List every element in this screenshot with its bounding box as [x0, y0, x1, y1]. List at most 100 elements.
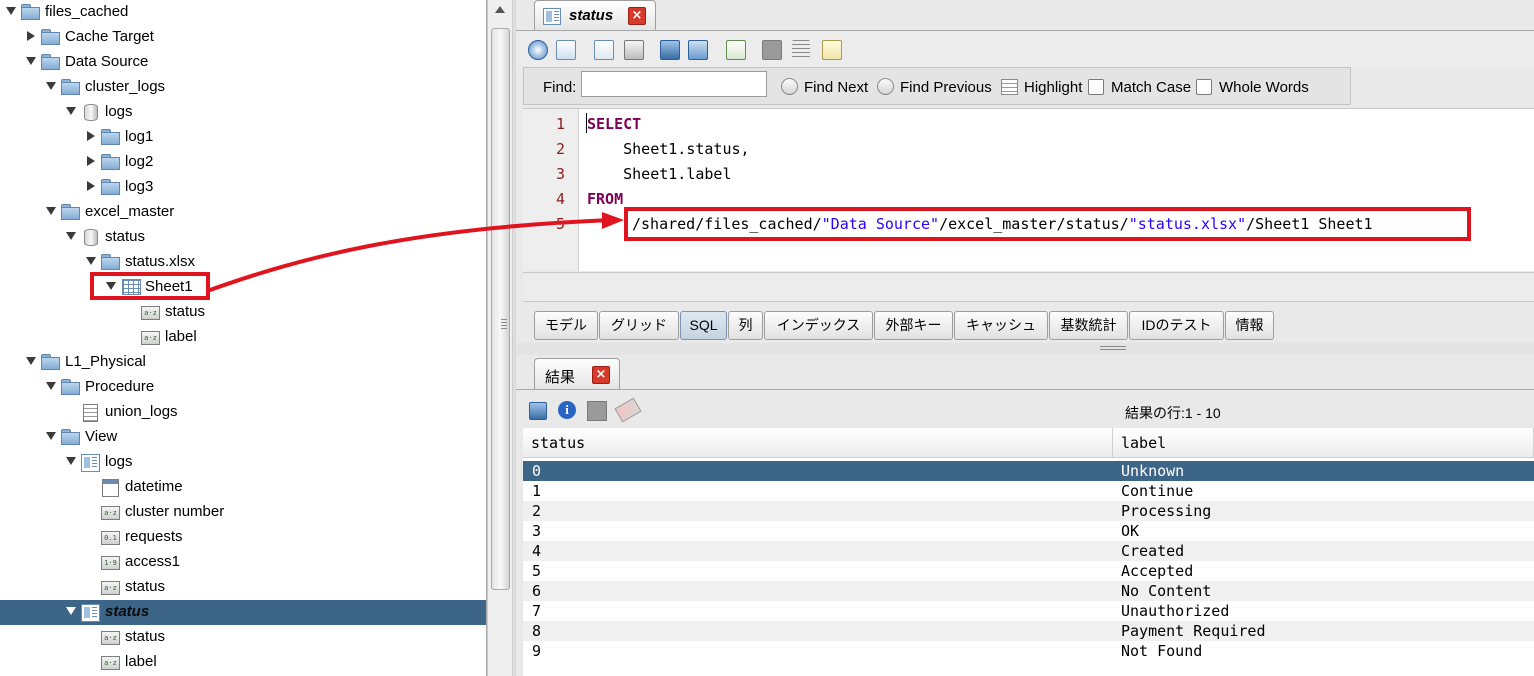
- table-row[interactable]: 8 Payment Required: [523, 621, 1534, 641]
- tree-node-logs-datasource[interactable]: logs: [0, 100, 486, 125]
- tab-columns[interactable]: 列: [728, 311, 763, 340]
- tree-node-sheet1[interactable]: Sheet1: [0, 275, 486, 300]
- tree-node-l1-physical[interactable]: L1_Physical: [0, 350, 486, 375]
- whole-words-checkbox[interactable]: [1196, 79, 1212, 95]
- expand-toggle-icon[interactable]: [46, 82, 56, 90]
- results-grid[interactable]: status label 0 Unknown 1 Continue 2 Proc…: [523, 428, 1534, 676]
- close-tab-icon[interactable]: ×: [592, 366, 610, 384]
- tree-node-status-view-status[interactable]: a·z status: [0, 625, 486, 650]
- expand-toggle-icon[interactable]: [66, 457, 76, 465]
- expand-toggle-icon[interactable]: [66, 607, 76, 615]
- tab-indexes[interactable]: インデックス: [764, 311, 873, 340]
- collapse-toggle-icon[interactable]: [87, 181, 95, 191]
- column-header-status[interactable]: status: [523, 428, 1113, 458]
- tree-node-excel-master[interactable]: excel_master: [0, 200, 486, 225]
- highlight-icon[interactable]: [1001, 79, 1018, 95]
- table-row[interactable]: 9 Not Found: [523, 641, 1534, 661]
- add-table-icon[interactable]: [726, 40, 746, 60]
- tab-results[interactable]: 結果 ×: [534, 358, 620, 389]
- expand-toggle-icon[interactable]: [86, 257, 96, 265]
- collapse-toggle-icon[interactable]: [87, 131, 95, 141]
- expand-toggle-icon[interactable]: [46, 207, 56, 215]
- highlight-button[interactable]: Highlight: [1024, 79, 1082, 96]
- eraser-icon[interactable]: [614, 397, 642, 423]
- export-icon[interactable]: [688, 40, 708, 60]
- results-splitter[interactable]: [516, 343, 1534, 355]
- sql-editor[interactable]: 1 2 3 4 5 SELECT Sheet1.status, Sheet1.l…: [523, 108, 1534, 271]
- query-tree-icon[interactable]: [594, 40, 614, 60]
- tree-node-log2[interactable]: log2: [0, 150, 486, 175]
- tree-node-sheet1-label[interactable]: a·z label: [0, 325, 486, 350]
- export-results-icon[interactable]: [587, 401, 607, 421]
- save-results-icon[interactable]: [529, 402, 547, 420]
- tree-node-log1[interactable]: log1: [0, 125, 486, 150]
- table-row[interactable]: 4 Created: [523, 541, 1534, 561]
- info-icon[interactable]: i: [558, 401, 576, 419]
- tree-node-view[interactable]: View: [0, 425, 486, 450]
- tab-cardinality[interactable]: 基数統計: [1049, 311, 1128, 340]
- table-row[interactable]: 7 Unauthorized: [523, 601, 1534, 621]
- tab-model[interactable]: モデル: [534, 311, 598, 340]
- tree-node-logs-status[interactable]: a·z status: [0, 575, 486, 600]
- table-row[interactable]: 3 OK: [523, 521, 1534, 541]
- expand-toggle-icon[interactable]: [46, 432, 56, 440]
- collapse-toggle-icon[interactable]: [87, 156, 95, 166]
- scroll-up-arrow-icon[interactable]: [495, 6, 505, 13]
- tab-foreign-keys[interactable]: 外部キー: [874, 311, 953, 340]
- find-previous-icon[interactable]: [877, 78, 894, 95]
- column-header-label[interactable]: label: [1113, 428, 1534, 458]
- tree-node-status-view-label[interactable]: a·z label: [0, 650, 486, 675]
- save-icon[interactable]: [660, 40, 680, 60]
- explain-plan-icon[interactable]: [556, 40, 576, 60]
- table-row[interactable]: 6 No Content: [523, 581, 1534, 601]
- tab-sql[interactable]: SQL: [680, 311, 727, 340]
- tree-vertical-scrollbar[interactable]: [488, 0, 513, 676]
- expand-toggle-icon[interactable]: [106, 282, 116, 290]
- table-row[interactable]: 0 Unknown: [523, 461, 1534, 481]
- find-previous-button[interactable]: Find Previous: [900, 79, 992, 96]
- notes-icon[interactable]: [822, 40, 842, 60]
- tree-node-log3[interactable]: log3: [0, 175, 486, 200]
- expand-toggle-icon[interactable]: [66, 232, 76, 240]
- find-input[interactable]: [581, 71, 767, 97]
- scrollbar-thumb[interactable]: [491, 28, 510, 590]
- tree-node-sheet1-status[interactable]: a·z status: [0, 300, 486, 325]
- table-row[interactable]: 1 Continue: [523, 481, 1534, 501]
- tab-cache[interactable]: キャッシュ: [954, 311, 1048, 340]
- tree-node-procedure[interactable]: Procedure: [0, 375, 486, 400]
- tab-status-editor[interactable]: status ×: [534, 0, 656, 31]
- execute-icon[interactable]: [528, 40, 548, 60]
- cell-label: Processing: [1121, 502, 1212, 520]
- tree-node-files-cached[interactable]: files_cached: [0, 0, 486, 25]
- tree-node-datetime[interactable]: datetime: [0, 475, 486, 500]
- collapse-toggle-icon[interactable]: [27, 31, 35, 41]
- tab-info[interactable]: 情報: [1225, 311, 1274, 340]
- expand-toggle-icon[interactable]: [46, 382, 56, 390]
- expand-toggle-icon[interactable]: [6, 7, 16, 15]
- expand-toggle-icon[interactable]: [26, 57, 36, 65]
- find-next-button[interactable]: Find Next: [804, 79, 868, 96]
- table-row[interactable]: 2 Processing: [523, 501, 1534, 521]
- tree-node-union-logs[interactable]: union_logs: [0, 400, 486, 425]
- tree-node-cache-target[interactable]: Cache Target: [0, 25, 486, 50]
- tree-node-access1[interactable]: 1·9 access1: [0, 550, 486, 575]
- tree-node-requests[interactable]: 0.1 requests: [0, 525, 486, 550]
- tree-node-status-xlsx[interactable]: status.xlsx: [0, 250, 486, 275]
- format-icon[interactable]: [792, 40, 810, 58]
- tree-node-cluster-number[interactable]: a·z cluster number: [0, 500, 486, 525]
- tree-node-logs-view[interactable]: logs: [0, 450, 486, 475]
- tree-node-cluster-logs[interactable]: cluster_logs: [0, 75, 486, 100]
- expand-toggle-icon[interactable]: [66, 107, 76, 115]
- find-next-icon[interactable]: [781, 78, 798, 95]
- tab-id-test[interactable]: IDのテスト: [1129, 311, 1224, 340]
- match-case-checkbox[interactable]: [1088, 79, 1104, 95]
- tree-node-status-view-selected[interactable]: status: [0, 600, 486, 625]
- tab-grid[interactable]: グリッド: [599, 311, 679, 340]
- tree-node-data-source[interactable]: Data Source: [0, 50, 486, 75]
- tree-node-status-datasource[interactable]: status: [0, 225, 486, 250]
- print-icon[interactable]: [624, 40, 644, 60]
- table-row[interactable]: 5 Accepted: [523, 561, 1534, 581]
- close-tab-icon[interactable]: ×: [628, 7, 646, 25]
- expand-toggle-icon[interactable]: [26, 357, 36, 365]
- stop-icon[interactable]: [762, 40, 782, 60]
